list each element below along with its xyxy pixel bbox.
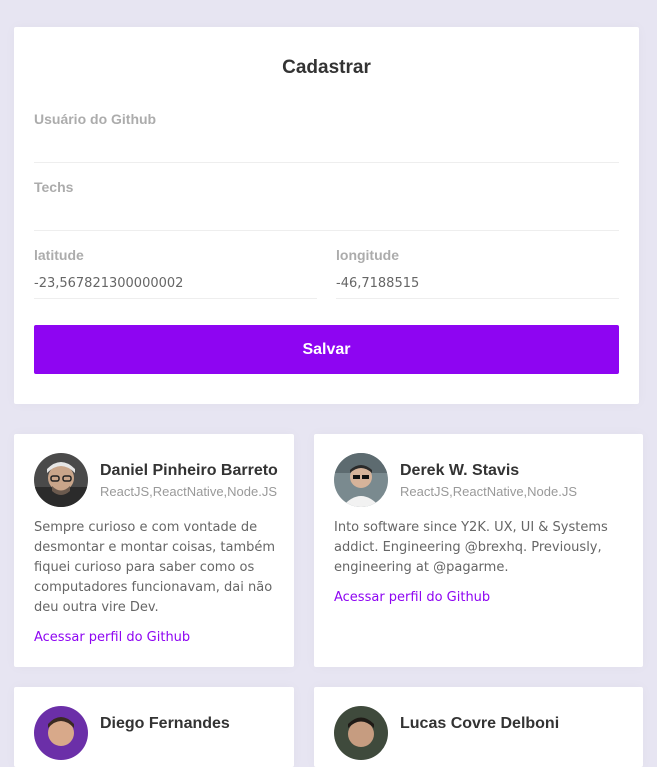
dev-name: Diego Fernandes	[100, 715, 230, 732]
avatar	[34, 706, 88, 760]
dev-bio: Into software since Y2K. UX, UI & System…	[334, 520, 608, 575]
github-user-label: Usuário do Github	[34, 111, 157, 127]
longitude-label: longitude	[336, 247, 399, 263]
dev-name: Daniel Pinheiro Barreto	[100, 462, 278, 479]
dev-name: Derek W. Stavis	[400, 462, 520, 479]
dev-name: Lucas Covre Delboni	[400, 715, 560, 732]
dev-card: Daniel Pinheiro Barreto ReactJS,ReactNat…	[14, 434, 294, 667]
techs-input[interactable]	[34, 201, 619, 231]
github-profile-link[interactable]: Acessar perfil do Github	[34, 630, 190, 645]
avatar	[334, 453, 388, 507]
dev-card: Lucas Covre Delboni	[314, 687, 643, 767]
longitude-field: longitude	[336, 247, 619, 299]
techs-label: Techs	[34, 179, 74, 195]
github-user-field: Usuário do Github	[34, 111, 619, 163]
latitude-field: latitude	[34, 247, 317, 299]
avatar	[334, 706, 388, 760]
latitude-label: latitude	[34, 247, 84, 263]
techs-field: Techs	[34, 179, 619, 231]
dev-techs: ReactJS,ReactNative,Node.JS	[400, 484, 578, 499]
save-button[interactable]: Salvar	[34, 325, 619, 374]
register-form: Cadastrar Usuário do Github Techs latitu…	[14, 27, 639, 404]
avatar	[34, 453, 88, 507]
github-user-input[interactable]	[34, 133, 619, 163]
github-profile-link[interactable]: Acessar perfil do Github	[334, 590, 490, 605]
latitude-input[interactable]	[34, 269, 317, 299]
dev-techs: ReactJS,ReactNative,Node.JS	[100, 484, 278, 499]
dev-card: Derek W. Stavis ReactJS,ReactNative,Node…	[314, 434, 643, 667]
longitude-input[interactable]	[336, 269, 619, 299]
dev-card: Diego Fernandes	[14, 687, 294, 767]
dev-bio: Sempre curioso e com vontade de desmonta…	[34, 520, 276, 615]
form-title: Cadastrar	[282, 57, 371, 78]
